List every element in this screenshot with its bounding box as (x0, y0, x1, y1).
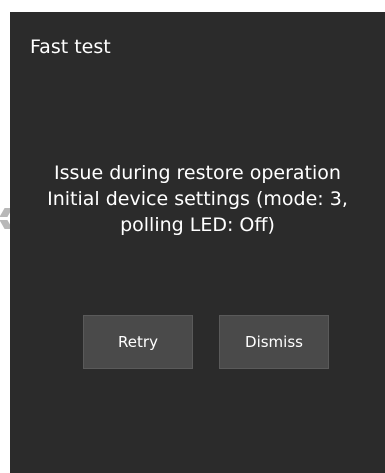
error-dialog: Fast test Issue during restore operation… (10, 12, 385, 473)
dialog-title: Fast test (30, 36, 111, 58)
retry-button[interactable]: Retry (83, 315, 193, 369)
dismiss-button[interactable]: Dismiss (219, 315, 329, 369)
dialog-message: Issue during restore operation Initial d… (10, 160, 385, 238)
message-line-2: Initial device settings (mode: 3, (47, 188, 348, 210)
message-line-1: Issue during restore operation (54, 162, 341, 184)
message-line-3: polling LED: Off) (120, 214, 275, 236)
